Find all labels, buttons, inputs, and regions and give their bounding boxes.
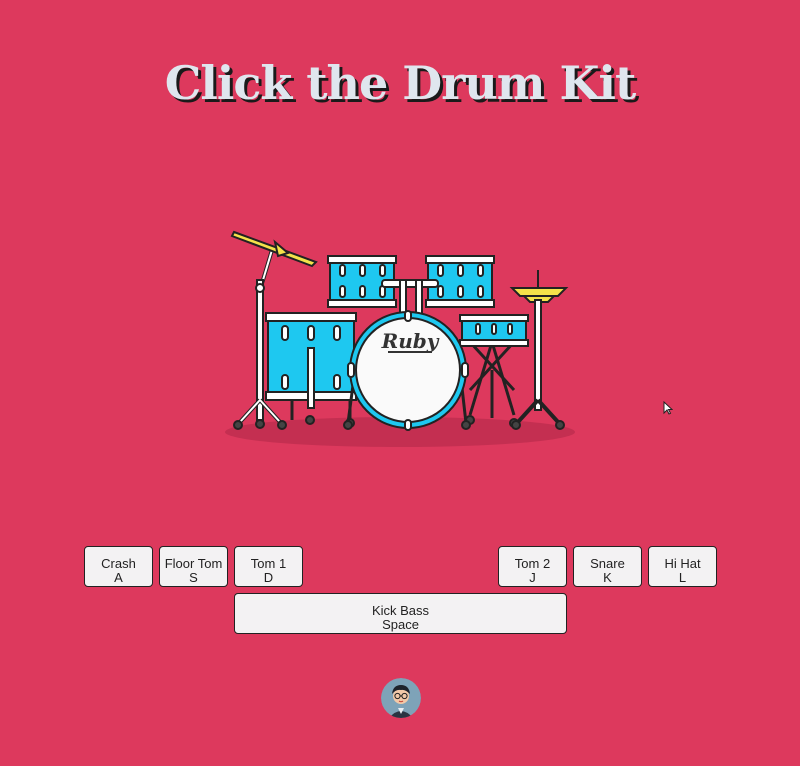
snare-button[interactable]: Snare K xyxy=(573,546,642,587)
kick-bass-key: Space xyxy=(382,617,419,632)
hi-hat-key: L xyxy=(678,570,687,585)
snare-stand xyxy=(465,340,519,428)
kick-bass-label: Kick Bass xyxy=(371,603,430,618)
floor-tom xyxy=(265,312,357,428)
snare-drum xyxy=(459,314,529,347)
kick-bass-button[interactable]: Kick Bass Space xyxy=(234,593,567,634)
tom-1-label: Tom 1 xyxy=(250,556,287,571)
hi-hat xyxy=(509,270,569,430)
avatar-icon[interactable] xyxy=(381,678,421,718)
bass-drum-brand: Ruby xyxy=(381,329,440,353)
floor-tom-button[interactable]: Floor Tom S xyxy=(159,546,228,587)
tom-2-label: Tom 2 xyxy=(514,556,551,571)
tom-1-button[interactable]: Tom 1 D xyxy=(234,546,303,587)
crash-label: Crash xyxy=(101,556,136,571)
drum-kit-illustration[interactable]: Ruby xyxy=(220,220,580,455)
snare-key: K xyxy=(603,570,612,585)
crash-key: A xyxy=(114,570,123,585)
tom-2-key: J xyxy=(529,570,536,585)
tom-2-button[interactable]: Tom 2 J xyxy=(498,546,567,587)
tom-1-key: D xyxy=(263,570,274,585)
floor-tom-key: S xyxy=(189,570,198,585)
snare-label: Snare xyxy=(590,556,625,571)
hi-hat-label: Hi Hat xyxy=(664,556,701,571)
page-title: Click the Drum Kit xyxy=(164,56,636,110)
drum-kit-page: Click the Drum Kit Ruby Crash A Floor To… xyxy=(0,0,800,766)
mouse-pointer-icon xyxy=(663,401,673,415)
floor-tom-label: Floor Tom xyxy=(164,556,223,571)
hi-hat-button[interactable]: Hi Hat L xyxy=(648,546,717,587)
crash-button[interactable]: Crash A xyxy=(84,546,153,587)
